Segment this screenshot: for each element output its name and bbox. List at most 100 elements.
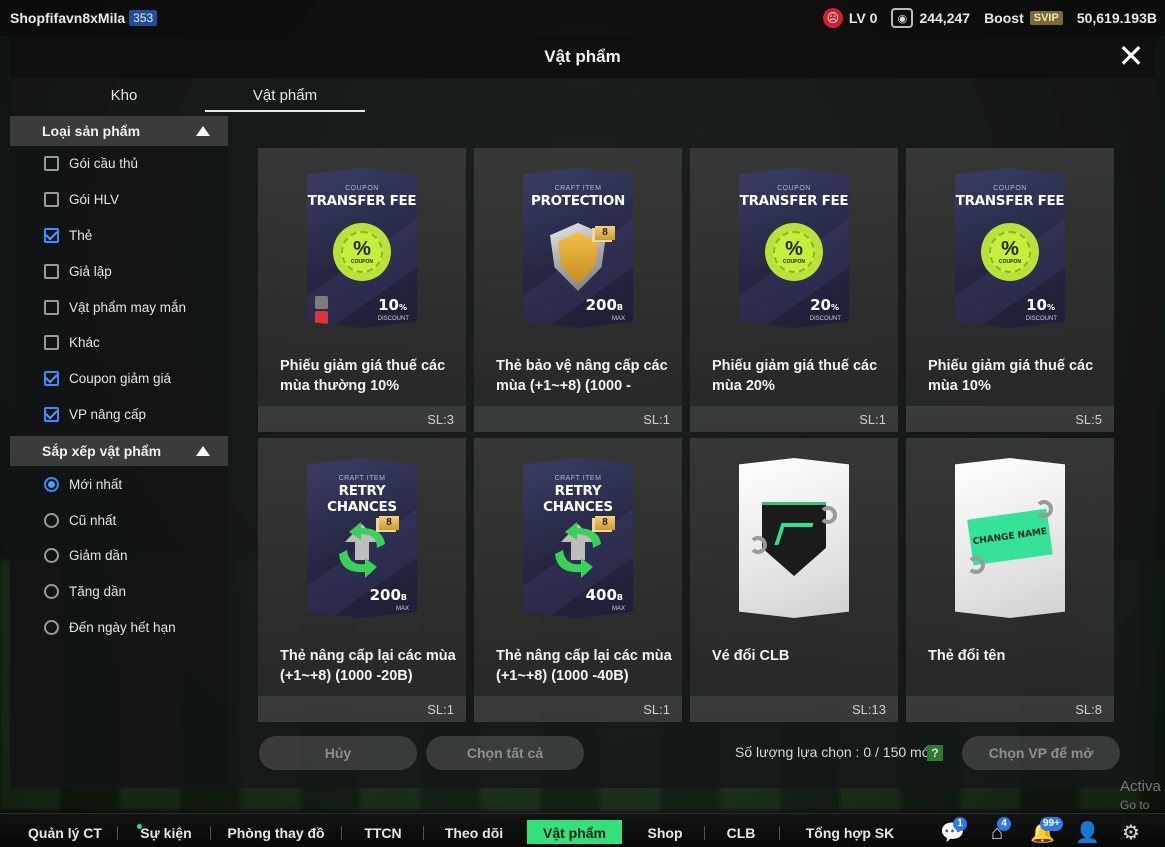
item-card[interactable]: CRAFT ITEM PROTECTION 8 200B MAX Thẻ bảo vệ n… xyxy=(474,148,682,432)
coins-indicator[interactable]: ◉ 244,247 xyxy=(891,8,970,28)
item-card[interactable]: COUPON TRANSFER FEE% COUPON 10% DISCOUNT Phiế… xyxy=(258,148,466,432)
nav-ttcn[interactable]: TTCN xyxy=(358,814,408,847)
item-card-footer: SL:5 xyxy=(906,406,1114,432)
radio-icon[interactable] xyxy=(44,512,59,528)
profile-icon[interactable]: 👤 xyxy=(1075,822,1100,844)
item-card-footer: SL:8 xyxy=(906,696,1114,722)
coin-chip-icon: ◉ xyxy=(891,8,914,28)
item-art-value: 400B xyxy=(586,586,623,604)
user-level: 353 xyxy=(133,11,154,25)
item-quantity: SL:1 xyxy=(859,412,886,427)
filter-option[interactable]: VP nâng cấp xyxy=(10,397,228,433)
checkbox-checked-icon[interactable] xyxy=(44,406,59,422)
item-art-sub: DISCOUNT xyxy=(377,316,409,322)
no-trade-icon xyxy=(315,311,328,324)
item-card-art: CHANGE NAME xyxy=(955,458,1065,618)
open-selected-button[interactable]: Chọn VP để mở xyxy=(962,736,1120,770)
bp-indicator[interactable]: 50,619.193B xyxy=(1077,10,1157,26)
nav-divider xyxy=(341,826,342,840)
radio-selected-icon[interactable] xyxy=(44,476,59,492)
sad-face-icon: ☹ xyxy=(822,8,843,28)
item-card[interactable]: CHANGE NAME Thẻ đổi tên SL:8 xyxy=(906,438,1114,722)
type-filter-header[interactable]: Loại sản phẩm xyxy=(10,116,228,146)
item-art-unit: % xyxy=(1046,303,1055,312)
checkbox-icon[interactable] xyxy=(44,192,59,208)
item-kind-label: CRAFT ITEM xyxy=(338,475,386,482)
filter-option[interactable]: Khác xyxy=(10,325,228,361)
nav-su-kien[interactable]: Sự kiện xyxy=(138,814,194,847)
coupon-sub-label: COUPON xyxy=(351,259,373,265)
nav-quan-ly-ct[interactable]: Quản lý CT xyxy=(22,814,108,847)
checkbox-checked-icon[interactable] xyxy=(44,227,59,243)
item-art-title: TRANSFER FEE xyxy=(739,193,849,209)
cancel-button[interactable]: Hủy xyxy=(259,736,417,770)
nav-vat-pham[interactable]: Vật phẩm xyxy=(527,820,622,844)
filter-option[interactable]: Gói HLV xyxy=(10,182,228,218)
select-all-button[interactable]: Chọn tất cả xyxy=(426,736,584,770)
boost-indicator[interactable]: Boost SVIP xyxy=(984,10,1063,26)
nav-divider xyxy=(423,826,424,840)
item-name: Thẻ nâng cấp lại các mùa (+1~+8) (1000 -… xyxy=(496,648,672,684)
checkbox-icon[interactable] xyxy=(44,263,59,279)
nav-tong-hop-sk-moi[interactable]: Tổng hợp SK mới xyxy=(794,814,906,847)
coupon-sub-label: COUPON xyxy=(999,259,1021,265)
tab-vat-pham[interactable]: Vật phẩm xyxy=(205,82,365,112)
nav-theo-doi[interactable]: Theo dõi xyxy=(440,814,508,847)
sort-option-label: Tăng dần xyxy=(69,584,127,600)
sort-option[interactable]: Mới nhất xyxy=(10,466,228,502)
nav-shop[interactable]: Shop xyxy=(640,814,690,847)
item-art-number: 200 xyxy=(585,296,617,314)
lv-indicator[interactable]: ☹ LV 0 xyxy=(822,8,877,28)
filter-option[interactable]: Gói cầu thủ xyxy=(10,146,228,182)
radio-icon[interactable] xyxy=(44,584,59,600)
chat-badge: 1 xyxy=(953,817,967,831)
sort-option[interactable]: Đến ngày hết hạn xyxy=(10,610,228,646)
bell-badge: 99+ xyxy=(1040,817,1063,831)
checkbox-icon[interactable] xyxy=(44,335,59,351)
restriction-icons xyxy=(315,296,328,324)
nav-phong-thay-do[interactable]: Phòng thay đồ xyxy=(224,814,328,847)
checkbox-icon[interactable] xyxy=(44,299,59,315)
tab-kho[interactable]: Kho xyxy=(44,82,204,112)
radio-icon[interactable] xyxy=(44,619,59,635)
filter-option[interactable]: Thẻ xyxy=(10,218,228,254)
collapse-triangle-icon[interactable] xyxy=(196,126,210,136)
item-card[interactable]: CRAFT ITEM RETRY CHANCES 8 400B MAX Thẻ nâng … xyxy=(474,438,682,722)
item-art-value: 200B xyxy=(586,296,623,314)
filter-option[interactable]: Coupon giảm giá xyxy=(10,361,228,397)
sort-option[interactable]: Cũ nhất xyxy=(10,502,228,538)
filter-option-label: VP nâng cấp xyxy=(69,406,147,422)
sort-option[interactable]: Tăng dần xyxy=(10,574,228,610)
help-icon[interactable]: ? xyxy=(927,745,943,761)
filter-option-label: Giả lập xyxy=(69,263,112,279)
item-card[interactable]: COUPON TRANSFER FEE% COUPON 20% DISCOUNT Phiế… xyxy=(690,148,898,432)
nav-clb[interactable]: CLB xyxy=(718,814,764,847)
item-art-number: 20 xyxy=(810,296,831,314)
item-art-number: 200 xyxy=(369,586,401,604)
item-card[interactable]: Vé đổi CLB SL:13 xyxy=(690,438,898,722)
close-icon[interactable]: ✕ xyxy=(1117,40,1145,72)
sort-header[interactable]: Sắp xếp vật phẩm xyxy=(10,436,228,467)
item-art-value: 10% xyxy=(1026,296,1055,314)
item-kind-label: CRAFT ITEM xyxy=(554,475,602,482)
swap-arrow-icon xyxy=(749,536,767,554)
gear-icon[interactable]: ⚙ xyxy=(1119,822,1143,844)
percent-badge-inner: % COUPON xyxy=(341,231,383,273)
filter-option[interactable]: Giả lập xyxy=(10,253,228,289)
radio-icon[interactable] xyxy=(44,548,59,564)
filter-option[interactable]: Vật phẩm may mắn xyxy=(10,289,228,325)
item-kind-label: CRAFT ITEM xyxy=(554,185,602,192)
sort-option[interactable]: Giảm dần xyxy=(10,538,228,574)
checkbox-icon[interactable] xyxy=(44,156,59,172)
type-filter-list: Gói cầu thủ Gói HLV Thẻ Giả lập Vật phẩm may… xyxy=(10,146,228,432)
item-art-unit: B xyxy=(616,593,623,602)
sort-option-label: Cũ nhất xyxy=(69,512,117,528)
item-card-footer: SL:1 xyxy=(474,696,682,722)
item-card[interactable]: COUPON TRANSFER FEE% COUPON 10% DISCOUNT Phiế… xyxy=(906,148,1114,432)
item-art-unit: B xyxy=(400,593,407,602)
item-name: Phiếu giảm giá thuế các mùa thường 10% xyxy=(280,358,446,394)
item-card[interactable]: CRAFT ITEM RETRY CHANCES 8 200B MAX Thẻ nâng … xyxy=(258,438,466,722)
collapse-triangle-icon[interactable] xyxy=(196,446,210,457)
checkbox-checked-icon[interactable] xyxy=(44,371,59,387)
item-grid: COUPON TRANSFER FEE% COUPON 10% DISCOUNT Phiế… xyxy=(258,148,1118,724)
